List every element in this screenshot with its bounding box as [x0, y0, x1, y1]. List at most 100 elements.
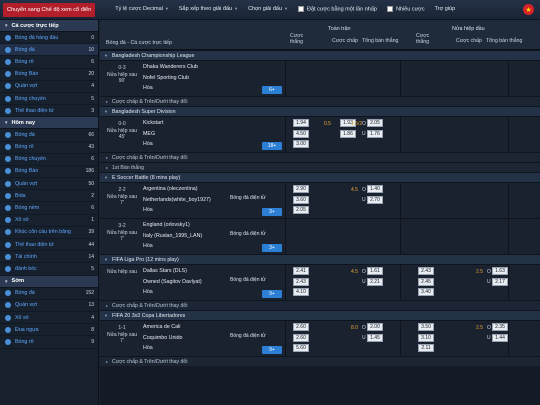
sidebar-section-today[interactable]: ▼ Hôm nay: [0, 117, 98, 130]
odds-button[interactable]: 1.63: [492, 267, 508, 275]
odds-type-dropdown[interactable]: Tỷ lệ cược Decimal ▼: [115, 6, 169, 12]
home-team[interactable]: Dhaka Wanderers Club: [143, 62, 198, 73]
more-bets-button[interactable]: 18+: [262, 142, 282, 150]
multi-bet-toggle[interactable]: Nhiều cược: [386, 6, 425, 13]
handicap-change-row[interactable]: ▸ Cược chấp & Trên/Dưới thay đổi: [100, 356, 540, 366]
odds-button[interactable]: 2.43: [418, 267, 434, 275]
league-header[interactable]: ▼ E Soccer Battle (8 mins play): [100, 172, 540, 182]
esports-label: Bóng đá điện tử: [230, 195, 266, 201]
more-bets-button[interactable]: 6+: [262, 86, 282, 94]
sidebar-item-label: Bida: [15, 192, 26, 199]
one-click-bet-toggle[interactable]: Đặt cược bằng một lần nhấp: [298, 6, 377, 13]
sidebar-item[interactable]: Bóng chuyền 6: [0, 154, 98, 166]
odds-button[interactable]: 1.45: [367, 333, 383, 342]
odds-button[interactable]: 1.76: [367, 129, 383, 138]
sidebar-item[interactable]: Xổ số 1: [0, 215, 98, 227]
odds-button[interactable]: 2.43: [293, 277, 309, 286]
vietnam-flag-icon[interactable]: ★: [523, 4, 534, 15]
odds-button[interactable]: 3.60: [293, 195, 309, 204]
odds-button[interactable]: 1.94: [293, 119, 309, 127]
sidebar-section-early[interactable]: ▼ Sớm: [0, 275, 98, 288]
odds-button[interactable]: 4.10: [293, 288, 309, 296]
switch-classic-view-button[interactable]: Chuyển sang Chế độ xem cổ điển: [3, 2, 96, 17]
sidebar-item[interactable]: Quần vợt 13: [0, 300, 98, 312]
home-team[interactable]: Kickstart: [143, 118, 163, 129]
sidebar-item[interactable]: Bóng ném 6: [0, 202, 98, 215]
odds-button[interactable]: 2.60: [293, 323, 309, 331]
odds-button[interactable]: 2.35: [492, 323, 508, 331]
odds-button[interactable]: 2.90: [293, 185, 309, 193]
home-team[interactable]: Dallas Stars (DLS): [143, 266, 202, 277]
away-team[interactable]: Nofel Sporting Club: [143, 73, 198, 84]
sidebar-item[interactable]: Bóng đá hàng đầu 0: [0, 32, 98, 45]
league-header[interactable]: ▼ Bangladesh Super Division: [100, 106, 540, 116]
sidebar-item[interactable]: Quần vợt 4: [0, 81, 98, 93]
sidebar-item[interactable]: đánh bóc 5: [0, 263, 98, 276]
odds-button[interactable]: 3.10: [418, 333, 434, 342]
sidebar-item[interactable]: Bóng đá 66: [0, 129, 98, 142]
handicap-change-row[interactable]: ▸ Cược chấp & Trên/Dưới thay đổi: [100, 152, 540, 162]
handicap-change-row[interactable]: ▸ Cược chấp & Trên/Dưới thay đổi: [100, 96, 540, 106]
odds-button[interactable]: 5.60: [293, 344, 309, 352]
sidebar-item[interactable]: Bóng đá 10: [0, 44, 98, 57]
draw-label: Hòa: [143, 289, 153, 295]
home-team[interactable]: England (orlovsky1): [143, 220, 202, 231]
sidebar-item[interactable]: Bóng rổ 6: [0, 56, 98, 69]
more-bets-button[interactable]: 3+: [262, 244, 282, 252]
odds-button[interactable]: 2.21: [367, 277, 383, 286]
checkbox[interactable]: [386, 6, 393, 13]
sidebar-item[interactable]: Thể thao điện tử 3: [0, 105, 98, 118]
away-team[interactable]: Netherlands(white_boy1927): [143, 195, 211, 206]
sidebar-item[interactable]: Bóng rổ 9: [0, 336, 98, 349]
odds-button[interactable]: 2.11: [418, 344, 434, 352]
odds-button[interactable]: 2.17: [492, 277, 508, 286]
choose-league-dropdown[interactable]: Chọn giải đấu ▼: [248, 6, 288, 12]
away-team[interactable]: Coquimbo Unido: [143, 333, 182, 344]
odds-button[interactable]: 3.50: [418, 323, 434, 331]
odds-button[interactable]: 2.00: [367, 323, 383, 331]
sidebar-item[interactable]: Tài chính 14: [0, 251, 98, 264]
sidebar-item[interactable]: Bida 2: [0, 190, 98, 203]
more-bets-button[interactable]: 3+: [262, 208, 282, 216]
league-header[interactable]: ▼ FIFA 20 3x3 Copa Libertadores: [100, 310, 540, 320]
odds-button[interactable]: 1.61: [367, 267, 383, 275]
home-team[interactable]: Argentina (oleczentina): [143, 184, 211, 195]
league-header[interactable]: ▼ Bangladesh Championship League: [100, 50, 540, 60]
more-bets-button[interactable]: 9+: [262, 346, 282, 354]
sidebar-item[interactable]: Thể thao điện tử 44: [0, 239, 98, 252]
sidebar-item[interactable]: Khúc côn cầu trên băng 39: [0, 227, 98, 239]
sidebar-item[interactable]: Xổ số 4: [0, 312, 98, 325]
odds-button[interactable]: 2.60: [293, 333, 309, 342]
odds-button[interactable]: 2.45: [418, 277, 434, 286]
first-goal-row[interactable]: ▸ 1st Bàn thắng: [100, 162, 540, 172]
sidebar-item[interactable]: Bóng Bàn 186: [0, 166, 98, 179]
away-team[interactable]: Italy (Ruslan_1995_LAN): [143, 231, 202, 242]
handicap-change-row[interactable]: ▸ Cược chấp & Trên/Dưới thay đổi: [100, 300, 540, 310]
odds-button[interactable]: 2.05: [367, 119, 383, 127]
odds-button[interactable]: 1.86: [340, 129, 356, 138]
odds-button[interactable]: 3.00: [293, 140, 309, 148]
odds-button[interactable]: 2.05: [293, 206, 309, 214]
checkbox[interactable]: [298, 6, 304, 13]
odds-button[interactable]: 4.50: [293, 129, 309, 138]
home-team[interactable]: America de Cali: [143, 322, 182, 333]
more-bets-button[interactable]: 9+: [262, 290, 282, 298]
away-team[interactable]: MEG: [143, 129, 163, 140]
odds-button[interactable]: 2.41: [293, 267, 309, 275]
sidebar-section-live[interactable]: ▼ Cá cược trực tiếp: [0, 20, 98, 32]
odds-button[interactable]: 1.40: [367, 185, 383, 193]
sidebar-item[interactable]: Bóng Bàn 20: [0, 69, 98, 81]
odds-button[interactable]: 1.44: [492, 333, 508, 342]
away-team[interactable]: Owned (Sagitov Davlyat): [143, 277, 202, 288]
sidebar-item[interactable]: Bóng chuyền 5: [0, 93, 98, 106]
sidebar-item[interactable]: Bóng rổ 43: [0, 142, 98, 154]
help-link[interactable]: Trợ giúp: [435, 6, 456, 12]
odds-button[interactable]: 3.40: [418, 288, 434, 296]
league-header[interactable]: ▼ FIFA Liga Pro (12 mins play): [100, 254, 540, 264]
odds-button[interactable]: 2.70: [367, 195, 383, 204]
sidebar-item[interactable]: Đua ngựa 8: [0, 324, 98, 337]
sort-dropdown[interactable]: Sắp xếp theo giải đấu ▼: [179, 6, 238, 12]
sidebar-item-label: Quần vợt: [15, 302, 38, 309]
sidebar-item[interactable]: Quần vợt 50: [0, 178, 98, 191]
sidebar-item[interactable]: Bóng đá 152: [0, 288, 98, 300]
